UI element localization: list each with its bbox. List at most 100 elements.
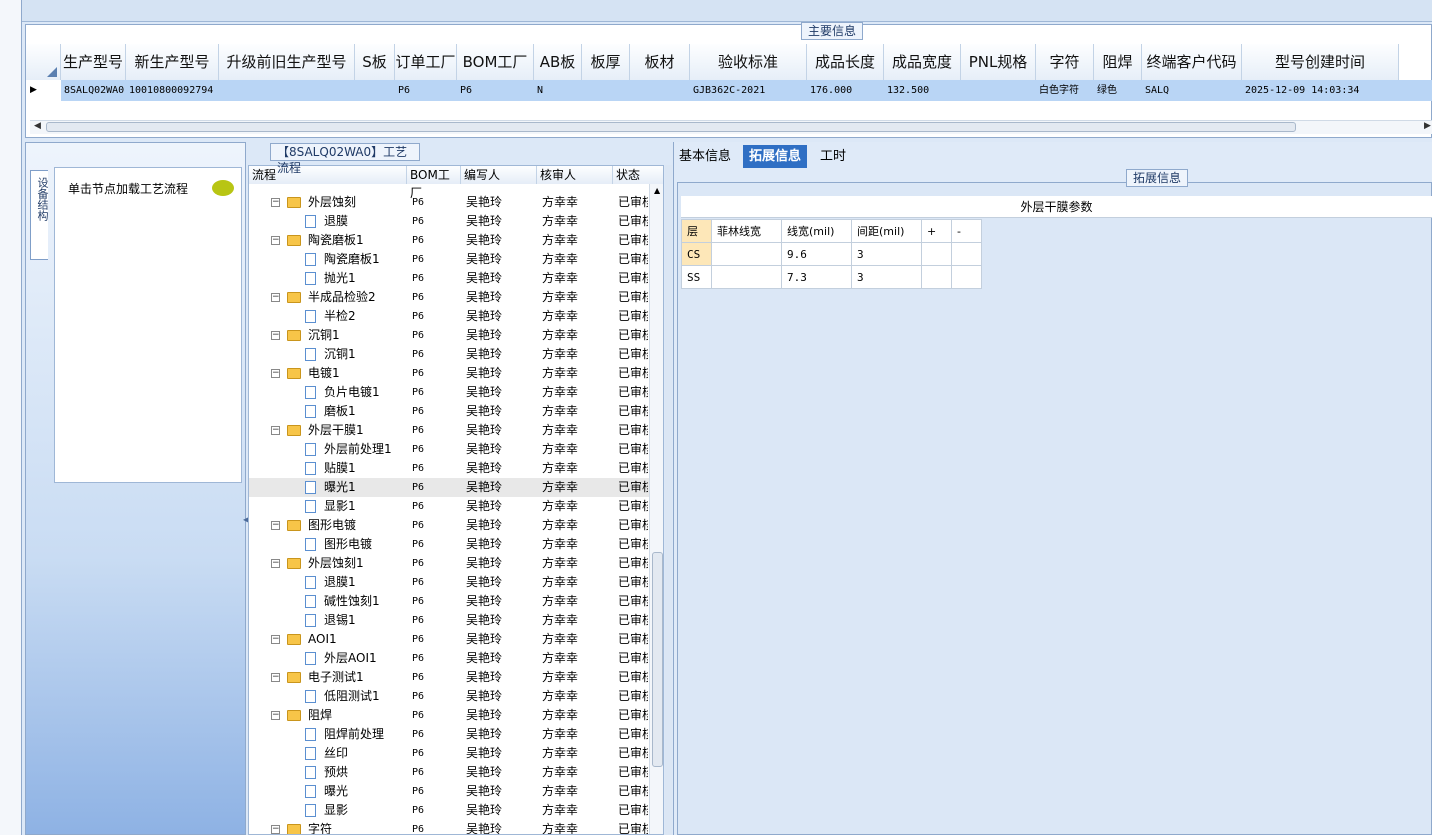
tree-node[interactable]: − 阻焊 P6 吴艳玲 方幸幸 已审核 <box>249 706 649 725</box>
scroll-right-icon[interactable]: ▶ <box>1424 121 1431 131</box>
main-col-header[interactable]: S板 <box>355 44 395 80</box>
tree-node[interactable]: 贴膜1 P6 吴艳玲 方幸幸 已审核 <box>249 459 649 478</box>
tree-scrollbar[interactable]: ▲ <box>649 184 663 834</box>
cell[interactable] <box>711 265 782 289</box>
main-cell[interactable]: 绿色 <box>1094 80 1142 101</box>
table-row[interactable]: SS 7.3 3 <box>681 265 982 289</box>
tree-node[interactable]: 沉铜1 P6 吴艳玲 方幸幸 已审核 <box>249 345 649 364</box>
col-status[interactable]: 状态 <box>613 166 663 184</box>
main-col-header[interactable]: 板厚 <box>582 44 630 80</box>
remove-column-button[interactable]: - <box>951 219 982 243</box>
collapse-icon[interactable]: − <box>271 293 280 302</box>
collapse-icon[interactable]: − <box>271 559 280 568</box>
film-param-table[interactable]: 层 菲林线宽 线宽(mil) 间距(mil) + - CS 9.6 3 SS 7… <box>681 219 982 289</box>
main-cell[interactable]: GJB362C-2021 <box>690 80 807 101</box>
cell[interactable] <box>921 265 952 289</box>
tree-node[interactable]: 图形电镀 P6 吴艳玲 方幸幸 已审核 <box>249 535 649 554</box>
main-horizontal-scrollbar[interactable]: ◀ ▶ <box>30 120 1432 134</box>
tree-node[interactable]: − AOI1 P6 吴艳玲 方幸幸 已审核 <box>249 630 649 649</box>
collapse-icon[interactable]: − <box>271 521 280 530</box>
tree-node[interactable]: 退膜 P6 吴艳玲 方幸幸 已审核 <box>249 212 649 231</box>
main-col-header[interactable]: BOM工厂 <box>457 44 534 80</box>
tree-node[interactable]: 碱性蚀刻1 P6 吴艳玲 方幸幸 已审核 <box>249 592 649 611</box>
tree-node[interactable]: 低阻测试1 P6 吴艳玲 方幸幸 已审核 <box>249 687 649 706</box>
main-cell[interactable]: SALQ <box>1142 80 1242 101</box>
tree-node[interactable]: − 外层蚀刻1 P6 吴艳玲 方幸幸 已审核 <box>249 554 649 573</box>
col-reviewer[interactable]: 核审人 <box>537 166 613 184</box>
main-col-header[interactable]: 新生产型号 <box>126 44 219 80</box>
tree-node[interactable]: − 外层干膜1 P6 吴艳玲 方幸幸 已审核 <box>249 421 649 440</box>
tab-extended-info[interactable]: 拓展信息 <box>743 145 808 168</box>
main-cell[interactable]: 10010800092794 <box>126 80 219 101</box>
main-cell[interactable] <box>582 80 630 101</box>
tree-node[interactable]: 磨板1 P6 吴艳玲 方幸幸 已审核 <box>249 402 649 421</box>
tree-node[interactable]: 陶瓷磨板1 P6 吴艳玲 方幸幸 已审核 <box>249 250 649 269</box>
tree-node[interactable]: − 陶瓷磨板1 P6 吴艳玲 方幸幸 已审核 <box>249 231 649 250</box>
main-cell[interactable] <box>961 80 1036 101</box>
main-col-header[interactable]: 升级前旧生产型号 <box>219 44 355 80</box>
main-cell[interactable] <box>219 80 355 101</box>
main-col-header[interactable]: 板材 <box>630 44 690 80</box>
collapse-icon[interactable]: − <box>271 673 280 682</box>
tree-node[interactable]: 显影1 P6 吴艳玲 方幸幸 已审核 <box>249 497 649 516</box>
tree-node[interactable]: − 电镀1 P6 吴艳玲 方幸幸 已审核 <box>249 364 649 383</box>
main-cell[interactable]: P6 <box>457 80 534 101</box>
tree-node[interactable]: 退膜1 P6 吴艳玲 方幸幸 已审核 <box>249 573 649 592</box>
col-bom[interactable]: BOM工厂 <box>407 166 461 200</box>
collapse-icon[interactable]: − <box>271 711 280 720</box>
main-col-header[interactable]: AB板 <box>534 44 582 80</box>
main-col-header[interactable]: 型号创建时间 <box>1242 44 1399 80</box>
tree-node[interactable]: 丝印 P6 吴艳玲 方幸幸 已审核 <box>249 744 649 763</box>
collapse-icon[interactable]: − <box>271 825 280 834</box>
tree-node[interactable]: 负片电镀1 P6 吴艳玲 方幸幸 已审核 <box>249 383 649 402</box>
cell[interactable] <box>711 242 782 266</box>
col-writer[interactable]: 编写人 <box>461 166 537 184</box>
main-cell[interactable]: 8SALQ02WA0 <box>61 80 126 101</box>
tree-node[interactable]: − 电子测试1 P6 吴艳玲 方幸幸 已审核 <box>249 668 649 687</box>
col-flow[interactable]: 流程 <box>249 166 407 184</box>
main-cell[interactable]: P6 <box>395 80 457 101</box>
tree-node[interactable]: 曝光1 P6 吴艳玲 方幸幸 已审核 <box>249 478 649 497</box>
main-col-header[interactable]: 字符 <box>1036 44 1094 80</box>
tree-node[interactable]: 显影 P6 吴艳玲 方幸幸 已审核 <box>249 801 649 820</box>
cell[interactable]: 3 <box>851 265 922 289</box>
collapse-icon[interactable]: − <box>271 236 280 245</box>
tree-node[interactable]: − 外层蚀刻 P6 吴艳玲 方幸幸 已审核 <box>249 193 649 212</box>
main-col-header[interactable]: PNL规格 <box>961 44 1036 80</box>
tree-node[interactable]: 退锡1 P6 吴艳玲 方幸幸 已审核 <box>249 611 649 630</box>
scroll-left-icon[interactable]: ◀ <box>34 121 41 131</box>
tree-node[interactable]: 半检2 P6 吴艳玲 方幸幸 已审核 <box>249 307 649 326</box>
tree-node[interactable]: 外层前处理1 P6 吴艳玲 方幸幸 已审核 <box>249 440 649 459</box>
main-col-header[interactable]: 成品长度 <box>807 44 884 80</box>
cell[interactable] <box>951 242 982 266</box>
tree-node[interactable]: − 沉铜1 P6 吴艳玲 方幸幸 已审核 <box>249 326 649 345</box>
tree-scroll-thumb[interactable] <box>652 552 663 767</box>
main-cell[interactable]: 2025-12-09 14:03:34 <box>1242 80 1432 101</box>
main-cell[interactable]: 176.000 <box>807 80 884 101</box>
main-cell[interactable]: 白色字符 <box>1036 80 1094 101</box>
cell[interactable]: 9.6 <box>781 242 852 266</box>
device-structure-tab[interactable]: 设备结构 <box>30 170 49 260</box>
process-tree[interactable]: 流程 BOM工厂 编写人 核审人 状态 −外层蚀刻P6吴艳玲方幸幸已审核退膜P6… <box>248 165 664 835</box>
main-col-header[interactable]: 验收标准 <box>690 44 807 80</box>
tree-node[interactable]: 曝光 P6 吴艳玲 方幸幸 已审核 <box>249 782 649 801</box>
scroll-up-icon[interactable]: ▲ <box>654 186 660 195</box>
collapse-icon[interactable]: − <box>271 198 280 207</box>
tree-node[interactable]: 预烘 P6 吴艳玲 方幸幸 已审核 <box>249 763 649 782</box>
tree-node[interactable]: 抛光1 P6 吴艳玲 方幸幸 已审核 <box>249 269 649 288</box>
main-cell[interactable] <box>355 80 395 101</box>
tab-work-hours[interactable]: 工时 <box>814 145 852 168</box>
collapse-icon[interactable]: − <box>271 426 280 435</box>
main-col-header[interactable]: 阻焊 <box>1094 44 1142 80</box>
cell[interactable] <box>921 242 952 266</box>
tree-node[interactable]: 外层AOI1 P6 吴艳玲 方幸幸 已审核 <box>249 649 649 668</box>
tree-node[interactable]: 阻焊前处理 P6 吴艳玲 方幸幸 已审核 <box>249 725 649 744</box>
main-cell[interactable] <box>630 80 690 101</box>
tab-basic-info[interactable]: 基本信息 <box>673 145 737 168</box>
collapse-icon[interactable]: − <box>271 331 280 340</box>
main-col-header[interactable]: 生产型号 <box>61 44 126 80</box>
splitter[interactable] <box>665 165 672 835</box>
tree-node[interactable]: − 图形电镀 P6 吴艳玲 方幸幸 已审核 <box>249 516 649 535</box>
cell[interactable] <box>951 265 982 289</box>
collapse-icon[interactable]: − <box>271 369 280 378</box>
